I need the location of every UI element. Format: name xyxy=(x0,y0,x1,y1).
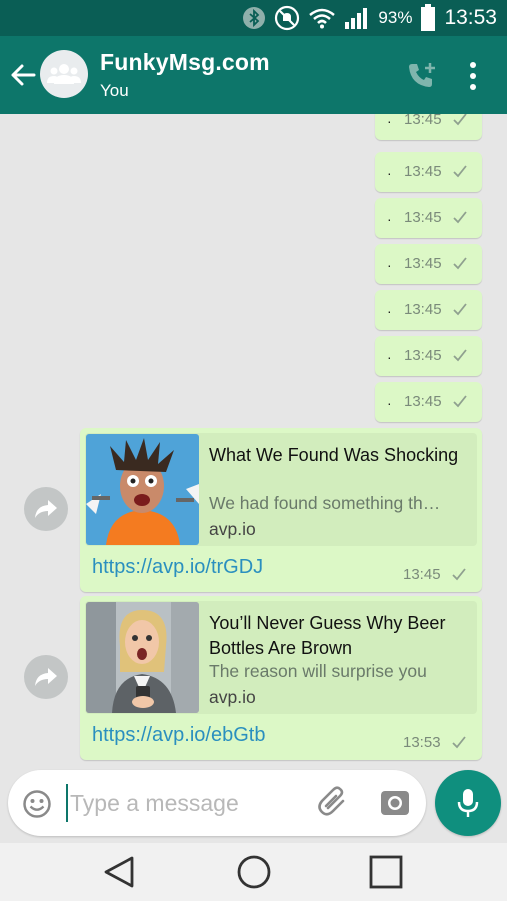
voice-record-button[interactable] xyxy=(435,770,501,836)
message-text: · xyxy=(387,211,392,227)
message-time: 13:45 xyxy=(404,209,442,226)
sent-check-icon xyxy=(452,568,466,581)
sent-check-icon xyxy=(453,114,467,126)
link-message-bubble[interactable]: You’ll Never Guess Why Beer Bottles Are … xyxy=(80,596,482,760)
status-time: 13:53 xyxy=(444,6,497,29)
nav-recent-apps-icon[interactable] xyxy=(366,852,406,892)
signal-icon xyxy=(345,8,368,29)
preview-domain: avp.io xyxy=(209,519,256,539)
preview-description: We had found something th… xyxy=(209,493,441,513)
message-bubble[interactable]: · 13:45 xyxy=(375,114,482,140)
link-preview[interactable]: What We Found Was Shocking We had found … xyxy=(85,433,477,546)
message-time: 13:45 xyxy=(404,163,442,180)
mute-icon xyxy=(275,5,300,31)
sent-check-icon xyxy=(453,211,467,224)
forward-arrow-icon xyxy=(35,500,57,518)
battery-percent: 93% xyxy=(378,8,413,27)
preview-thumbnail-surprised-woman xyxy=(86,602,199,713)
bluetooth-icon xyxy=(243,7,266,29)
forward-button[interactable] xyxy=(24,655,68,699)
preview-domain: avp.io xyxy=(209,687,256,707)
message-text: · xyxy=(387,114,392,129)
back-arrow-icon[interactable] xyxy=(8,60,38,90)
message-time: 13:45 xyxy=(404,114,442,128)
emoji-icon[interactable] xyxy=(22,789,52,819)
message-bubble[interactable]: · 13:45 xyxy=(375,336,482,376)
message-link[interactable]: https://avp.io/trGDJ xyxy=(92,556,263,579)
group-avatar[interactable] xyxy=(40,50,88,98)
wifi-icon xyxy=(309,8,336,29)
nav-back-icon[interactable] xyxy=(100,852,140,892)
message-text: · xyxy=(387,303,392,319)
preview-thumbnail-shocked-man xyxy=(86,434,199,545)
preview-title: What We Found Was Shocking xyxy=(209,445,459,465)
message-text: · xyxy=(387,165,392,181)
message-link[interactable]: https://avp.io/ebGtb xyxy=(92,724,265,747)
message-composer xyxy=(8,770,426,836)
battery-icon xyxy=(421,4,436,31)
message-bubble[interactable]: · 13:45 xyxy=(375,290,482,330)
message-time: 13:45 xyxy=(404,347,442,364)
more-options-icon[interactable] xyxy=(462,60,484,92)
camera-icon[interactable] xyxy=(380,788,410,818)
sent-check-icon xyxy=(453,165,467,178)
message-bubble[interactable]: · 13:45 xyxy=(375,198,482,238)
message-bubble[interactable]: · 13:45 xyxy=(375,244,482,284)
status-bar: 93% 13:53 xyxy=(0,0,507,36)
nav-home-icon[interactable] xyxy=(234,852,274,892)
message-time: 13:45 xyxy=(404,301,442,318)
chat-subtitle: You xyxy=(100,81,129,100)
sent-check-icon xyxy=(452,736,466,749)
message-text: · xyxy=(387,257,392,273)
microphone-icon xyxy=(457,789,479,817)
message-text: · xyxy=(387,395,392,411)
system-nav-bar xyxy=(0,843,507,901)
sent-check-icon xyxy=(453,395,467,408)
message-time: 13:45 xyxy=(403,566,441,583)
chat-header: FunkyMsg.com You xyxy=(0,36,507,114)
message-text: · xyxy=(387,349,392,365)
attach-paperclip-icon[interactable] xyxy=(316,786,350,820)
add-call-icon[interactable] xyxy=(406,60,440,90)
link-preview[interactable]: You’ll Never Guess Why Beer Bottles Are … xyxy=(85,601,477,714)
status-icons: 93% 13:53 xyxy=(242,0,497,36)
chat-title[interactable]: FunkyMsg.com xyxy=(100,49,270,76)
link-message-bubble[interactable]: What We Found Was Shocking We had found … xyxy=(80,428,482,592)
message-time: 13:45 xyxy=(404,393,442,410)
sent-check-icon xyxy=(453,257,467,270)
group-icon xyxy=(47,64,81,84)
preview-title: You’ll Never Guess Why Beer Bottles Are … xyxy=(209,613,446,658)
sent-check-icon xyxy=(453,303,467,316)
message-bubble[interactable]: · 13:45 xyxy=(375,382,482,422)
chat-area[interactable]: · 13:45 · 13:45 · 13:45 · 13:45 · 13:45 … xyxy=(0,114,507,764)
message-bubble[interactable]: · 13:45 xyxy=(375,152,482,192)
sent-check-icon xyxy=(453,349,467,362)
message-input[interactable] xyxy=(66,784,296,822)
forward-arrow-icon xyxy=(35,668,57,686)
forward-button[interactable] xyxy=(24,487,68,531)
message-time: 13:53 xyxy=(403,734,441,751)
preview-description: The reason will surprise you xyxy=(209,661,427,681)
message-time: 13:45 xyxy=(404,255,442,272)
